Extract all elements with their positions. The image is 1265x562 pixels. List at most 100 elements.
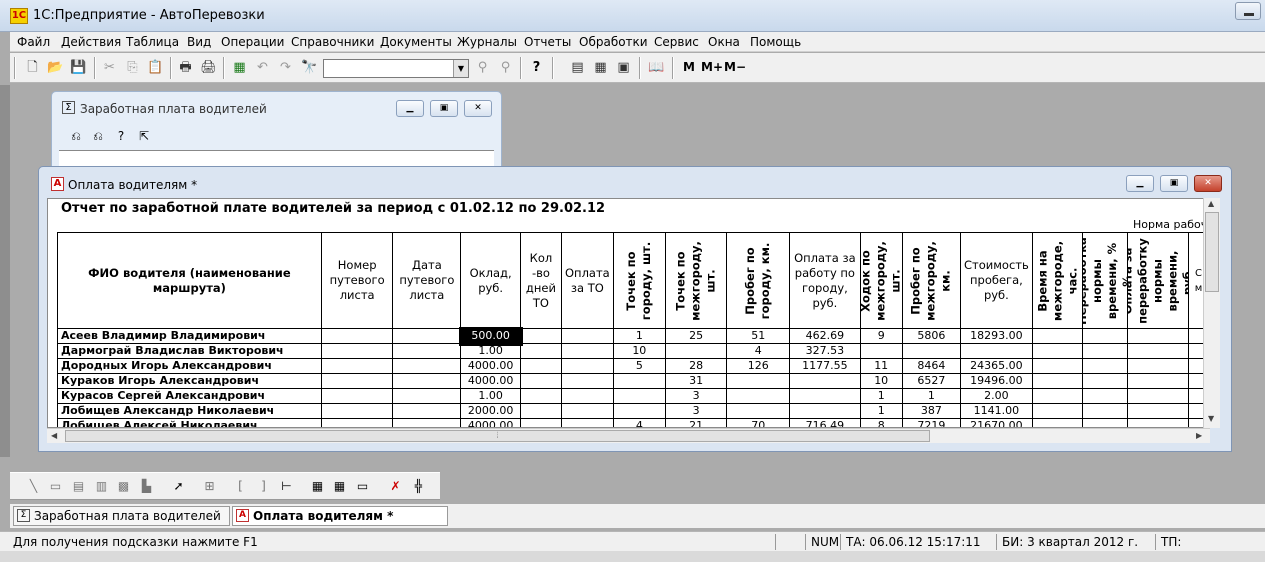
win2-close-button[interactable]: ✕ bbox=[1194, 175, 1222, 192]
cell-pay-to[interactable] bbox=[560, 388, 614, 404]
cell-intercity-mileage[interactable]: 1 bbox=[901, 388, 962, 404]
cell-intercity-trips[interactable]: 10 bbox=[859, 373, 903, 389]
monitor-icon[interactable]: ▣ bbox=[615, 59, 632, 76]
cell-days-to[interactable] bbox=[520, 388, 562, 404]
cell-city-points[interactable]: 5 bbox=[612, 358, 666, 374]
scroll-down-icon[interactable]: ▼ bbox=[1208, 414, 1214, 423]
table-tool-icon[interactable]: ▦ bbox=[310, 479, 325, 494]
print-icon[interactable]: 🖶 bbox=[177, 59, 194, 76]
cell-overtime-pay[interactable] bbox=[1126, 328, 1190, 344]
cell-city-points[interactable]: 1 bbox=[612, 328, 666, 344]
menu-file[interactable]: Файл bbox=[17, 35, 50, 49]
cell-pay-to[interactable] bbox=[560, 403, 614, 419]
scroll-right-icon[interactable]: ▶ bbox=[1196, 431, 1202, 440]
memory-plus-button[interactable]: М+ bbox=[701, 60, 723, 74]
cell-name[interactable]: Лобищев Алексей Николаевич bbox=[57, 418, 322, 427]
menu-reports[interactable]: Отчеты bbox=[524, 35, 571, 49]
cell-city-pay[interactable]: 1177.55 bbox=[789, 358, 861, 374]
cell-waybill-date[interactable] bbox=[392, 388, 462, 404]
menu-actions[interactable]: Действия bbox=[61, 35, 121, 49]
delete-grid-icon[interactable]: ✗ bbox=[388, 479, 403, 494]
cell-days-to[interactable] bbox=[520, 328, 562, 344]
cell-intercity-mileage[interactable]: 387 bbox=[901, 403, 962, 419]
cell-waybill-no[interactable] bbox=[320, 388, 394, 404]
paste-icon[interactable]: 📋 bbox=[147, 59, 164, 76]
cell-waybill-no[interactable] bbox=[320, 343, 394, 359]
cell-overtime-pay[interactable] bbox=[1126, 403, 1190, 419]
cell-waybill-no[interactable] bbox=[320, 403, 394, 419]
cell-intercity-time[interactable] bbox=[1031, 373, 1084, 389]
scroll-left-icon[interactable]: ◀ bbox=[51, 431, 57, 440]
menu-processing[interactable]: Обработки bbox=[579, 35, 648, 49]
form-tool2-icon[interactable]: ⎌ bbox=[90, 129, 106, 144]
cell-waybill-date[interactable] bbox=[392, 343, 462, 359]
cell-mileage-cost[interactable]: 2.00 bbox=[960, 388, 1033, 404]
text-tool-icon[interactable]: ▤ bbox=[71, 479, 86, 494]
cell-intercity-points[interactable]: 3 bbox=[664, 403, 728, 419]
search-combo[interactable]: ▼ bbox=[323, 59, 469, 78]
memory-minus-button[interactable]: М− bbox=[724, 60, 746, 74]
print-preview-icon[interactable]: 🖨 bbox=[200, 59, 217, 76]
cell-intercity-trips[interactable]: 11 bbox=[859, 358, 903, 374]
picture-tool-icon[interactable]: ▥ bbox=[94, 479, 109, 494]
cell-intercity-time[interactable] bbox=[1031, 418, 1084, 427]
cell-intercity-time[interactable] bbox=[1031, 358, 1084, 374]
cell-intercity-trips[interactable]: 8 bbox=[859, 418, 903, 427]
cell-intercity-time[interactable] bbox=[1031, 343, 1084, 359]
win1-minimize-button[interactable]: ▁ bbox=[396, 100, 424, 117]
table-row[interactable]: Лобищев Александр Николаевич 2000.00 3 1 387… bbox=[57, 403, 1209, 419]
menu-documents[interactable]: Документы bbox=[380, 35, 452, 49]
calendar-icon[interactable]: ▦ bbox=[592, 59, 609, 76]
cell-city-mileage[interactable] bbox=[726, 388, 791, 404]
help-icon[interactable]: ? bbox=[113, 129, 129, 143]
win1-maximize-button[interactable]: ▣ bbox=[430, 100, 458, 117]
scroll-up-icon[interactable]: ▲ bbox=[1208, 199, 1214, 208]
cell-city-mileage[interactable] bbox=[726, 373, 791, 389]
pointer-help-icon[interactable]: ⇱ bbox=[136, 129, 152, 143]
bracket-right-icon[interactable]: ] bbox=[256, 479, 271, 494]
cell-overtime-pay[interactable] bbox=[1126, 373, 1190, 389]
cell-intercity-points[interactable]: 25 bbox=[664, 328, 728, 344]
cell-city-points[interactable]: 4 bbox=[612, 418, 666, 427]
minimize-button[interactable] bbox=[1235, 2, 1261, 20]
find-prev-icon[interactable]: ⚲ bbox=[497, 59, 514, 76]
cell-overtime[interactable] bbox=[1082, 328, 1128, 344]
save-icon[interactable]: 💾 bbox=[70, 59, 87, 76]
memory-button[interactable]: М bbox=[683, 60, 695, 74]
bracket-left-icon[interactable]: [ bbox=[233, 479, 248, 494]
cell-city-pay[interactable] bbox=[789, 403, 861, 419]
cell-pay-to[interactable] bbox=[560, 358, 614, 374]
cell-waybill-date[interactable] bbox=[392, 418, 462, 427]
win2-minimize-button[interactable]: ▁ bbox=[1126, 175, 1154, 192]
vertical-scrollbar[interactable]: ▲ ▼ bbox=[1203, 198, 1220, 428]
table-row[interactable]: Дармограй Владислав Викторович 1.00 10 4 327… bbox=[57, 343, 1209, 359]
cell-intercity-points[interactable]: 31 bbox=[664, 373, 728, 389]
cut-icon[interactable]: ✂ bbox=[101, 59, 118, 76]
cell-days-to[interactable] bbox=[520, 418, 562, 427]
chevron-down-icon[interactable]: ▼ bbox=[453, 60, 468, 77]
cell-mileage-cost[interactable]: 24365.00 bbox=[960, 358, 1033, 374]
menu-help[interactable]: Помощь bbox=[750, 35, 801, 49]
menu-table[interactable]: Таблица bbox=[126, 35, 179, 49]
cell-overtime-pay[interactable] bbox=[1126, 358, 1190, 374]
table-row[interactable]: Курасов Сергей Александрович 1.00 3 1 1 2.00 bbox=[57, 388, 1209, 404]
cell-city-mileage[interactable]: 51 bbox=[726, 328, 791, 344]
menu-service[interactable]: Сервис bbox=[654, 35, 699, 49]
cell-waybill-no[interactable] bbox=[320, 358, 394, 374]
cell-name[interactable]: Кураков Игорь Александрович bbox=[57, 373, 322, 389]
menu-windows[interactable]: Окна bbox=[708, 35, 740, 49]
cell-city-mileage[interactable] bbox=[726, 403, 791, 419]
cell-intercity-time[interactable] bbox=[1031, 388, 1084, 404]
cell-days-to[interactable] bbox=[520, 358, 562, 374]
cell-intercity-mileage[interactable] bbox=[901, 343, 962, 359]
cell-overtime[interactable] bbox=[1082, 373, 1128, 389]
cell-overtime[interactable] bbox=[1082, 358, 1128, 374]
horizontal-scrollbar[interactable]: ◀ ⦙ ▶ bbox=[47, 428, 1210, 443]
line-tool-icon[interactable]: ╲ bbox=[26, 479, 41, 494]
cell-salary[interactable]: 1.00 bbox=[460, 343, 522, 359]
redo-icon[interactable]: ↷ bbox=[277, 59, 294, 76]
cell-city-points[interactable] bbox=[612, 373, 666, 389]
cell-intercity-time[interactable] bbox=[1031, 403, 1084, 419]
find-next-icon[interactable]: ⚲ bbox=[474, 59, 491, 76]
cell-waybill-date[interactable] bbox=[392, 403, 462, 419]
